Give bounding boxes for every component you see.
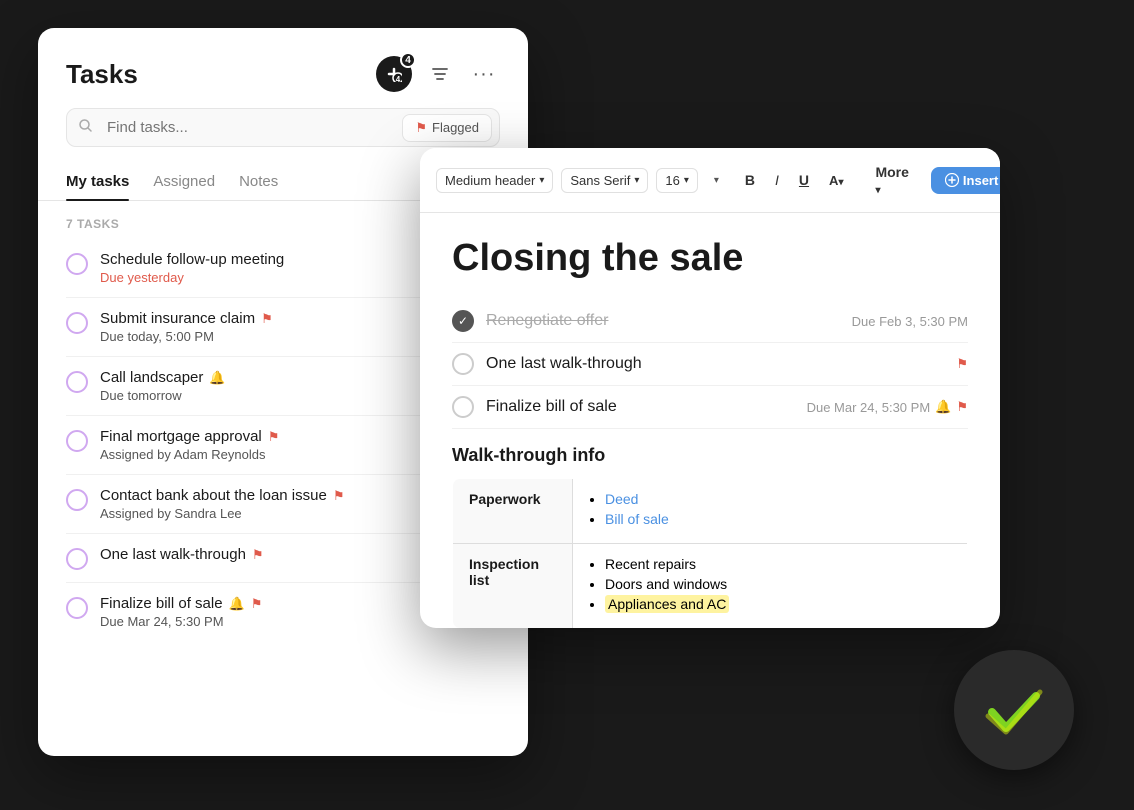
more-button[interactable]: ··· xyxy=(468,58,500,90)
search-icon xyxy=(78,118,94,138)
task-checkbox-7[interactable] xyxy=(66,597,88,619)
task-checkbox-3[interactable] xyxy=(66,371,88,393)
flag-icon-doc-2: ⚑ xyxy=(956,356,968,372)
flagged-button[interactable]: ⚑ Flagged xyxy=(402,114,492,142)
inspection-item-1: Recent repairs xyxy=(605,556,951,572)
doc-task-name-2: One last walk-through xyxy=(486,355,944,373)
flag-icon-7: ⚑ xyxy=(251,596,263,612)
flag-icon: ⚑ xyxy=(415,120,427,136)
flag-icon-4: ⚑ xyxy=(268,429,280,445)
section-header: Walk-through info xyxy=(452,445,968,466)
task-checkbox-6[interactable] xyxy=(66,548,88,570)
table-cell-inspection-header: Inspection list xyxy=(453,544,573,629)
table-cell-paperwork-content: Deed Bill of sale xyxy=(573,479,968,544)
doc-content: Closing the sale ✓ Renegotiate offer Due… xyxy=(420,213,1000,628)
table-cell-paperwork-header: Paperwork xyxy=(453,479,573,544)
chevron-down-icon: ▾ xyxy=(634,175,639,186)
doc-task-item-2: One last walk-through ⚑ xyxy=(452,343,968,386)
add-icon: 4 xyxy=(386,66,402,82)
search-bar: ⚑ Flagged xyxy=(66,108,500,147)
size-dropdown[interactable]: 16 ▾ xyxy=(656,168,698,193)
task-checkbox-5[interactable] xyxy=(66,489,88,511)
doc-task-icons-3: Due Mar 24, 5:30 PM 🔔 ⚑ xyxy=(807,399,968,415)
filter-icon xyxy=(430,64,450,84)
flag-icon-5: ⚑ xyxy=(333,488,345,504)
italic-button[interactable]: I xyxy=(769,168,785,192)
text-size-button[interactable]: A▾ xyxy=(823,169,849,192)
doc-task-checkbox-3[interactable] xyxy=(452,396,474,418)
task-checkbox-4[interactable] xyxy=(66,430,88,452)
tab-my-tasks[interactable]: My tasks xyxy=(66,163,129,200)
underline-button[interactable]: U xyxy=(793,168,815,192)
task-checkbox-2[interactable] xyxy=(66,312,88,334)
doc-task-name-1: Renegotiate offer xyxy=(486,312,840,330)
tasks-header: Tasks 4 4 ··· xyxy=(38,28,528,108)
bold-button[interactable]: B xyxy=(739,168,761,192)
add-task-button[interactable]: 4 4 xyxy=(376,56,412,92)
table-cell-inspection-content: Recent repairs Doors and windows Applian… xyxy=(573,544,968,629)
flag-icon-doc-3: ⚑ xyxy=(956,399,968,415)
tasks-title: Tasks xyxy=(66,59,138,90)
bell-icon-doc-3: 🔔 xyxy=(935,399,951,415)
chevron-down-icon-color: ▾ xyxy=(714,175,719,186)
plus-icon xyxy=(945,173,959,187)
inspection-item-2: Doors and windows xyxy=(605,576,951,592)
flag-icon-2: ⚑ xyxy=(261,311,273,327)
more-button[interactable]: More ▾ xyxy=(869,160,914,200)
add-task-badge: 4 xyxy=(400,52,416,68)
doc-task-name-3: Finalize bill of sale xyxy=(486,398,795,416)
checkmark-badge xyxy=(954,650,1074,770)
insert-button[interactable]: Insert ▾ xyxy=(931,167,1000,194)
filter-button[interactable] xyxy=(424,58,456,90)
bell-icon-7: 🔔 xyxy=(229,596,245,612)
doc-task-icons-2: ⚑ xyxy=(956,356,968,372)
tab-notes[interactable]: Notes xyxy=(239,163,278,200)
task-checkbox-1[interactable] xyxy=(66,253,88,275)
tab-assigned[interactable]: Assigned xyxy=(153,163,215,200)
inspection-item-3-text: Appliances and AC xyxy=(605,595,729,613)
doc-task-checkbox-2[interactable] xyxy=(452,353,474,375)
deed-link[interactable]: Deed xyxy=(605,491,638,507)
doc-task-checkbox-1[interactable]: ✓ xyxy=(452,310,474,332)
table-row: Inspection list Recent repairs Doors and… xyxy=(453,544,968,629)
font-dropdown[interactable]: Sans Serif ▾ xyxy=(561,168,648,193)
chevron-down-icon: ▾ xyxy=(539,175,544,186)
header-actions: 4 4 ··· xyxy=(376,56,500,92)
doc-task-due-1: Due Feb 3, 5:30 PM xyxy=(852,314,968,329)
checkmark-icon xyxy=(978,674,1050,746)
doc-panel: Medium header ▾ Sans Serif ▾ 16 ▾ ▾ B I … xyxy=(420,148,1000,628)
bill-of-sale-link[interactable]: Bill of sale xyxy=(605,511,669,527)
svg-text:4: 4 xyxy=(396,75,401,82)
doc-toolbar: Medium header ▾ Sans Serif ▾ 16 ▾ ▾ B I … xyxy=(420,148,1000,213)
doc-task-item-1: ✓ Renegotiate offer Due Feb 3, 5:30 PM xyxy=(452,300,968,343)
table-row: Paperwork Deed Bill of sale xyxy=(453,479,968,544)
chevron-down-icon: ▾ xyxy=(684,175,689,186)
bell-icon-3: 🔔 xyxy=(209,370,225,386)
doc-task-item-3: Finalize bill of sale Due Mar 24, 5:30 P… xyxy=(452,386,968,429)
flag-icon-6: ⚑ xyxy=(252,547,264,563)
inspection-item-3: Appliances and AC xyxy=(605,596,951,612)
doc-title: Closing the sale xyxy=(452,237,968,280)
header-type-dropdown[interactable]: Medium header ▾ xyxy=(436,168,553,193)
doc-task-due-3: Due Mar 24, 5:30 PM xyxy=(807,400,931,415)
info-table: Paperwork Deed Bill of sale Inspection l… xyxy=(452,478,968,628)
